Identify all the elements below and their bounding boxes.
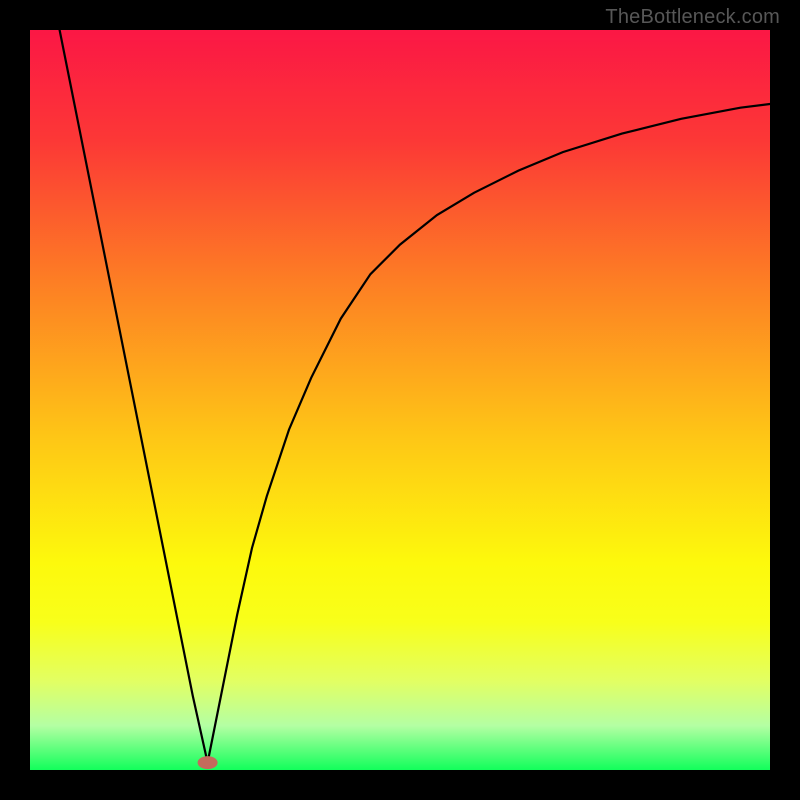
- chart-frame: TheBottleneck.com: [0, 0, 800, 800]
- chart-svg: [30, 30, 770, 770]
- gradient-background: [30, 30, 770, 770]
- watermark-text: TheBottleneck.com: [605, 6, 780, 29]
- min-point-marker: [198, 756, 218, 769]
- minimum-marker: [198, 756, 218, 769]
- plot-area: [30, 30, 770, 770]
